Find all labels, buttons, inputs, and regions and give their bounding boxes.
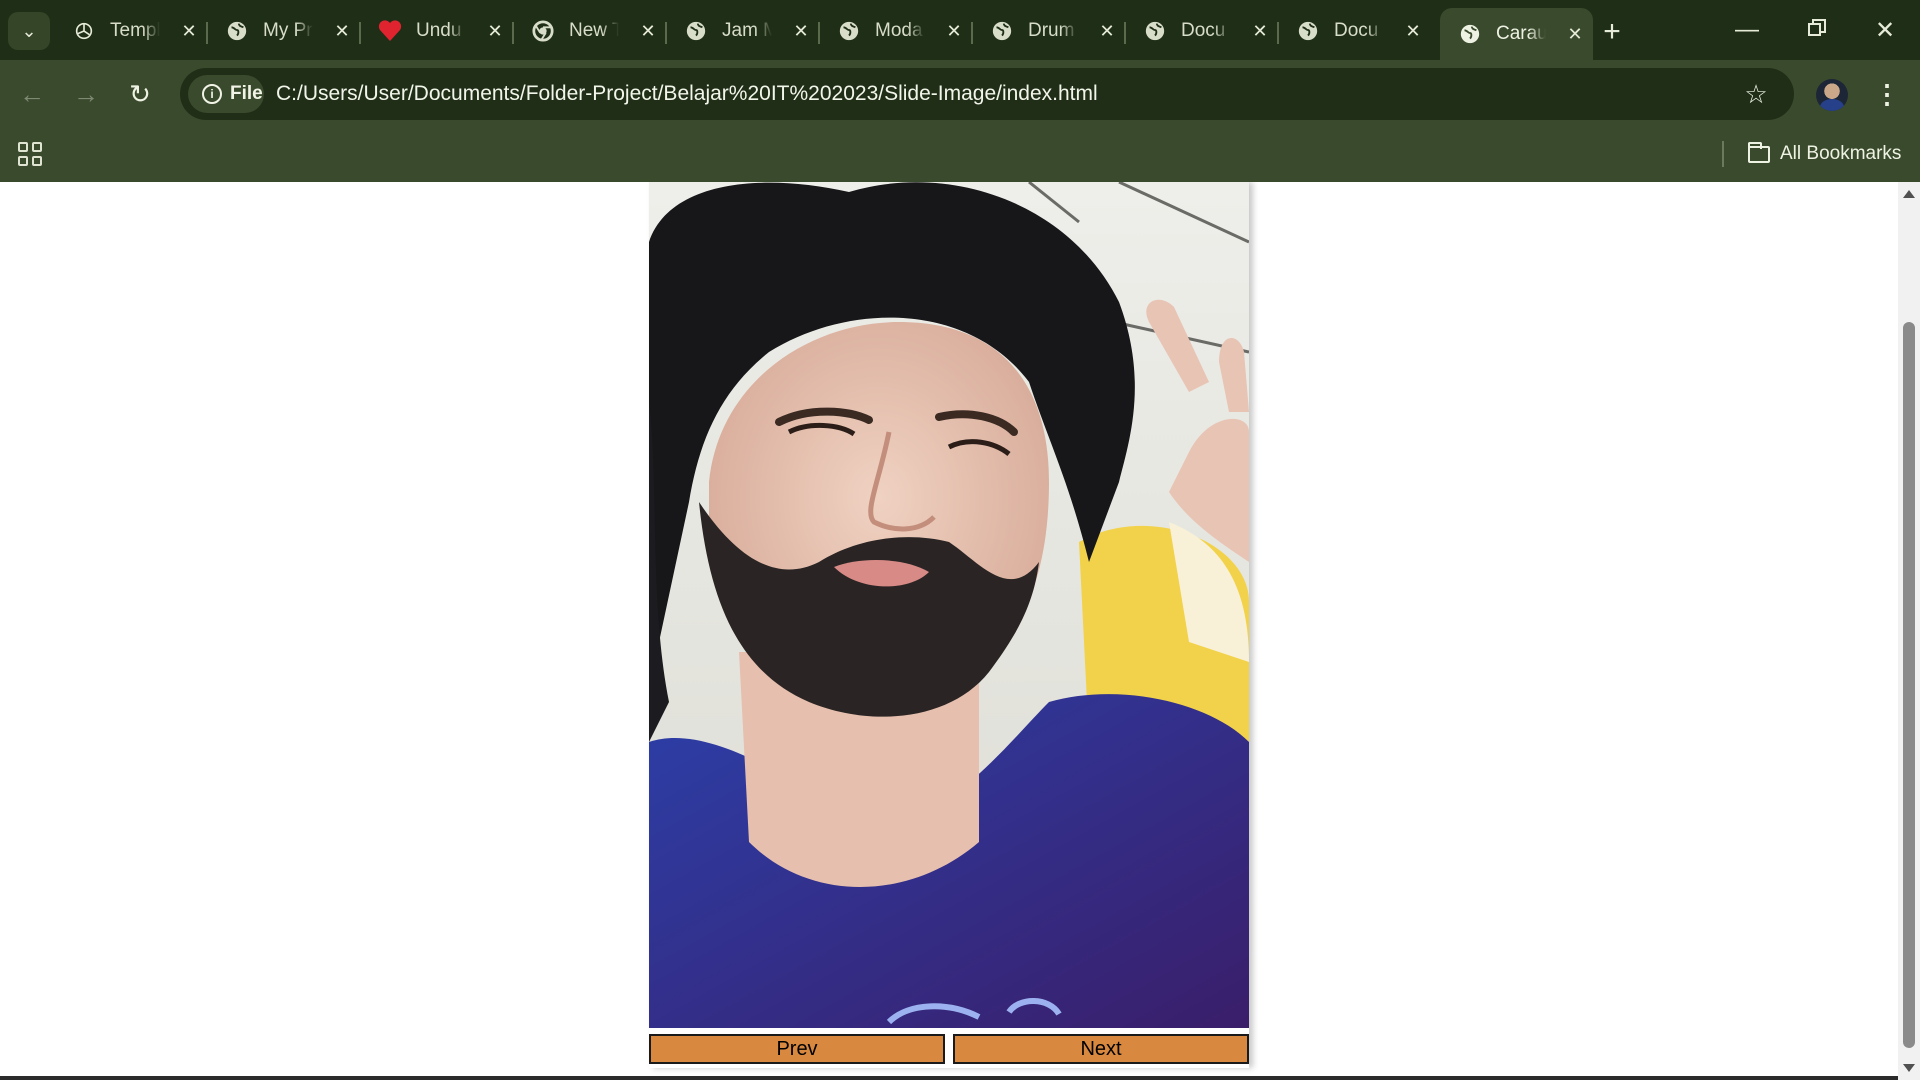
- bottom-edge: [0, 1076, 1898, 1080]
- restore-button[interactable]: [1782, 0, 1852, 60]
- tab-1[interactable]: My Pr ✕: [207, 8, 361, 54]
- next-button[interactable]: Next: [953, 1034, 1249, 1064]
- tab-search-button[interactable]: ⌄: [8, 12, 50, 50]
- forward-arrow-icon: →: [73, 78, 99, 109]
- profile-avatar[interactable]: [1816, 79, 1848, 111]
- tab-7[interactable]: Docu ✕: [1125, 8, 1279, 54]
- close-icon[interactable]: ✕: [178, 20, 200, 42]
- tab-title: Undu: [416, 20, 462, 41]
- close-icon[interactable]: ✕: [637, 20, 659, 42]
- tab-title: Jam M: [722, 20, 772, 41]
- back-arrow-icon: ←: [19, 78, 45, 109]
- openai-icon: [72, 19, 96, 43]
- restore-icon: [1808, 16, 1826, 44]
- plus-icon: +: [1603, 15, 1621, 48]
- apps-grid-icon[interactable]: [16, 140, 44, 168]
- bookmarks-bar: All Bookmarks: [0, 128, 1920, 182]
- close-icon[interactable]: ✕: [1402, 20, 1424, 42]
- address-bar[interactable]: i File C:/Users/User/Documents/Folder-Pr…: [180, 68, 1794, 120]
- browser-window: ⌄ Templ ✕ My Pr ✕ Undu ✕ New T ✕ Jam M ✕…: [0, 0, 1920, 1080]
- all-bookmarks-button[interactable]: All Bookmarks: [1748, 138, 1901, 170]
- bookmark-star-button[interactable]: ☆: [1740, 78, 1772, 110]
- page-viewport: Prev Next: [0, 182, 1898, 1080]
- minimize-icon: —: [1735, 16, 1759, 43]
- carousel-controls: Prev Next: [649, 1034, 1249, 1064]
- tab-title: My Pr: [263, 20, 313, 41]
- globe-icon: [837, 19, 861, 43]
- window-close-button[interactable]: ✕: [1850, 0, 1920, 60]
- tab-title: Drum: [1028, 20, 1075, 41]
- reload-button[interactable]: ↻: [122, 76, 158, 112]
- minimize-button[interactable]: —: [1712, 0, 1782, 60]
- heart-icon: [378, 19, 402, 43]
- tab-6[interactable]: Drum ✕: [972, 8, 1126, 54]
- image-carousel: Prev Next: [649, 182, 1249, 1068]
- site-info-chip[interactable]: i File: [188, 75, 264, 113]
- star-icon: ☆: [1744, 78, 1768, 109]
- carousel-photo: [649, 182, 1249, 1028]
- scroll-up-arrow-icon[interactable]: [1903, 190, 1915, 198]
- prev-button[interactable]: Prev: [649, 1034, 945, 1064]
- carousel-slide-image: [649, 182, 1249, 1028]
- tab-2[interactable]: Undu ✕: [360, 8, 514, 54]
- page-scrollbar[interactable]: [1898, 182, 1920, 1080]
- forward-button[interactable]: →: [68, 76, 104, 112]
- browser-menu-button[interactable]: ⋮: [1870, 76, 1904, 112]
- globe-icon: [1458, 22, 1482, 46]
- tab-4[interactable]: Jam M ✕: [666, 8, 820, 54]
- close-icon[interactable]: ✕: [1249, 20, 1271, 42]
- globe-icon: [1296, 19, 1320, 43]
- scroll-down-arrow-icon[interactable]: [1903, 1064, 1915, 1072]
- close-icon[interactable]: ✕: [943, 20, 965, 42]
- chrome-icon: [531, 19, 555, 43]
- globe-icon: [684, 19, 708, 43]
- tab-title: Moda: [875, 20, 923, 41]
- close-icon: ✕: [1874, 16, 1896, 44]
- tab-0[interactable]: Templ ✕: [54, 8, 208, 54]
- tab-5[interactable]: Moda ✕: [819, 8, 973, 54]
- tab-9-active[interactable]: Carau ✕: [1440, 8, 1593, 60]
- tab-8[interactable]: Docu ✕: [1278, 8, 1431, 54]
- tab-title: New T: [569, 20, 619, 41]
- url-text[interactable]: C:/Users/User/Documents/Folder-Project/B…: [276, 68, 1098, 120]
- globe-icon: [1143, 19, 1167, 43]
- toolbar: ← → ↻ i File C:/Users/User/Documents/Fol…: [0, 60, 1920, 128]
- tab-title: Docu: [1334, 20, 1379, 41]
- new-tab-button[interactable]: +: [1594, 14, 1630, 50]
- info-icon: i: [202, 84, 222, 104]
- close-icon[interactable]: ✕: [790, 20, 812, 42]
- tab-title: Carau: [1496, 23, 1546, 44]
- chevron-down-icon: ⌄: [21, 20, 37, 41]
- tab-3[interactable]: New T ✕: [513, 8, 667, 54]
- close-icon[interactable]: ✕: [1564, 23, 1586, 45]
- tab-strip: ⌄ Templ ✕ My Pr ✕ Undu ✕ New T ✕ Jam M ✕…: [0, 0, 1920, 60]
- back-button[interactable]: ←: [14, 76, 50, 112]
- close-icon[interactable]: ✕: [484, 20, 506, 42]
- globe-icon: [225, 19, 249, 43]
- tab-title: Docu: [1181, 20, 1226, 41]
- scrollbar-thumb[interactable]: [1903, 322, 1915, 1048]
- folder-icon: [1748, 141, 1770, 163]
- close-icon[interactable]: ✕: [331, 20, 353, 42]
- kebab-menu-icon: ⋮: [1874, 78, 1900, 109]
- reload-icon: ↻: [129, 78, 151, 109]
- all-bookmarks-label: All Bookmarks: [1780, 143, 1902, 164]
- bookmarks-separator: [1722, 141, 1724, 167]
- close-icon[interactable]: ✕: [1096, 20, 1118, 42]
- tab-title: Templ: [110, 20, 160, 41]
- globe-icon: [990, 19, 1014, 43]
- site-chip-label: File: [230, 83, 263, 104]
